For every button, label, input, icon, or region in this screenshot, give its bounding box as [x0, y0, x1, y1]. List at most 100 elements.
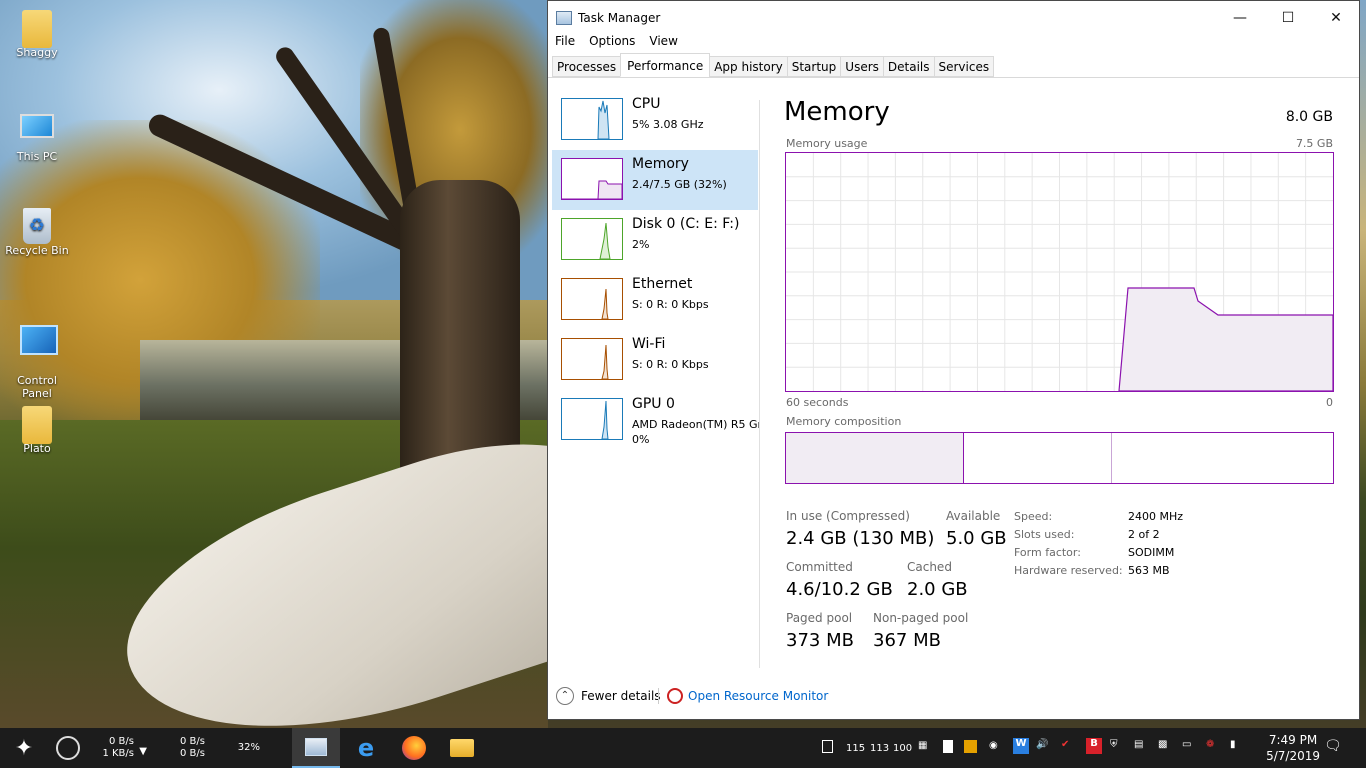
meter-gadget[interactable] — [44, 728, 92, 768]
control-panel-icon — [20, 325, 58, 355]
sidebar-item-label: Ethernet — [632, 276, 693, 292]
committed-label: Committed — [786, 560, 853, 574]
clock-time: 7:49 PM — [1268, 733, 1318, 747]
sidebar-item-detail: 2% — [632, 238, 650, 251]
menu-view[interactable]: View — [649, 34, 677, 52]
net2-up: 0 B/s — [180, 736, 205, 747]
open-resource-monitor-link[interactable]: Open Resource Monitor — [688, 689, 828, 703]
hardware-reserved-value: 563 MB — [1128, 564, 1170, 577]
tray-w-icon[interactable]: W — [1013, 738, 1029, 754]
tab-services[interactable]: Services — [933, 56, 995, 77]
gauge-icon — [56, 736, 80, 760]
tray-speedfan-icon[interactable]: ▦ — [918, 740, 927, 751]
shield-icon[interactable]: ⛨ — [1110, 739, 1118, 750]
sidebar-item-wifi[interactable]: Wi-Fi S: 0 R: 0 Kbps — [552, 330, 758, 390]
memory-usage-max: 7.5 GB — [1295, 137, 1333, 150]
slots-label: Slots used: — [1014, 528, 1075, 541]
clock-date: 5/7/2019 — [1266, 749, 1320, 763]
start-button[interactable]: ✦ — [0, 728, 48, 768]
desktop-icon-plato[interactable]: Plato — [4, 406, 70, 455]
task-manager-icon — [556, 10, 572, 25]
sidebar-item-disk[interactable]: Disk 0 (C: E: F:) 2% — [552, 210, 758, 270]
minimize-icon: — — [1233, 9, 1247, 26]
maximize-button[interactable]: ☐ — [1265, 1, 1311, 34]
taskbar-task-manager[interactable] — [292, 728, 340, 768]
tray-b-icon[interactable]: B — [1086, 738, 1102, 754]
cached-value: 2.0 GB — [907, 579, 968, 600]
tray-number-3: 100 — [893, 743, 913, 754]
committed-value: 4.6/10.2 GB — [786, 579, 893, 600]
memory-composition-bar — [785, 432, 1334, 484]
sidebar-item-ethernet[interactable]: Ethernet S: 0 R: 0 Kbps — [552, 270, 758, 330]
form-factor-value: SODIMM — [1128, 546, 1175, 559]
tray-drive-icon[interactable]: ▩ — [1158, 739, 1167, 750]
tab-processes[interactable]: Processes — [552, 56, 622, 77]
memory-total: 8.0 GB — [1285, 109, 1333, 125]
recycle-bin-icon: ♻ — [23, 208, 51, 244]
system-clock[interactable]: 7:49 PM 5/7/2019 — [1266, 732, 1320, 764]
sidebar-item-memory[interactable]: Memory 2.4/7.5 GB (32%) — [552, 150, 758, 210]
net2-down: 0 B/s — [180, 748, 205, 759]
desktop-icon-label: Recycle Bin — [5, 244, 69, 257]
title-bar[interactable]: Task Manager — ☐ ✕ — [548, 1, 1359, 34]
footer-divider — [658, 688, 659, 704]
paged-pool-value: 373 MB — [786, 630, 854, 651]
taskbar: ✦ 0 B/s 1 KB/s ▼ 0 B/s 0 B/s 32% e 115 1… — [0, 728, 1366, 768]
tray-box-icon[interactable] — [822, 740, 833, 756]
panel-divider — [759, 100, 760, 668]
desktop-wallpaper — [0, 0, 548, 728]
tray-antivirus-icon[interactable]: ✔ — [1061, 739, 1069, 750]
tab-users[interactable]: Users — [840, 56, 884, 77]
notification-icon[interactable]: 🗨 — [1324, 738, 1342, 754]
sidebar-item-label: Wi-Fi — [632, 336, 666, 352]
desktop-icon-this-pc[interactable]: This PC — [4, 108, 70, 163]
desktop-icon-recycle-bin[interactable]: ♻ Recycle Bin — [4, 208, 70, 257]
chevron-up-icon[interactable]: ⌃ — [556, 687, 574, 705]
task-manager-window: Task Manager — ☐ ✕ File Options View Pro… — [547, 0, 1360, 720]
desktop-icon-control-panel[interactable]: Control Panel — [4, 308, 70, 413]
battery-icon[interactable]: ▮ — [1230, 739, 1236, 750]
volume-icon[interactable]: 🔊 — [1036, 739, 1048, 750]
slots-value: 2 of 2 — [1128, 528, 1160, 541]
paged-pool-label: Paged pool — [786, 611, 853, 625]
start-icon: ✦ — [14, 735, 34, 761]
gpu-mini-graph — [561, 398, 623, 440]
non-paged-pool-value: 367 MB — [873, 630, 941, 651]
tray-globe-icon[interactable]: ◉ — [989, 740, 998, 751]
minimize-button[interactable]: — — [1217, 1, 1263, 34]
sidebar-item-gpu[interactable]: GPU 0 AMD Radeon(TM) R5 Gr 0% — [552, 390, 760, 450]
non-paged-pool-label: Non-paged pool — [873, 611, 969, 625]
tray-hwinfo-icon[interactable] — [964, 740, 977, 756]
taskbar-file-explorer[interactable] — [438, 728, 486, 768]
speed-label: Speed: — [1014, 510, 1053, 523]
network-icon[interactable]: ▤ — [1134, 739, 1143, 750]
menu-options[interactable]: Options — [589, 34, 635, 52]
menu-bar: File Options View — [548, 34, 1359, 52]
sidebar-item-detail-2: 0% — [632, 433, 650, 446]
desktop-icon-shaggy[interactable]: Shaggy — [4, 10, 70, 59]
ethernet-mini-graph — [561, 278, 623, 320]
composition-divider — [1111, 433, 1112, 483]
tray-document-icon[interactable] — [943, 740, 953, 756]
page-title: Memory — [784, 97, 890, 127]
folder-icon — [450, 739, 474, 757]
menu-file[interactable]: File — [555, 34, 575, 52]
tab-performance[interactable]: Performance — [620, 53, 711, 77]
tab-app-history[interactable]: App history — [709, 56, 788, 77]
desktop-icon-label: Control Panel — [17, 374, 57, 400]
maximize-icon: ☐ — [1281, 9, 1295, 26]
tray-display-icon[interactable]: ▭ — [1182, 739, 1191, 750]
sidebar-item-detail: 5% 3.08 GHz — [632, 118, 704, 131]
taskbar-firefox[interactable] — [390, 728, 438, 768]
time-axis-right: 0 — [1326, 396, 1333, 409]
sidebar-item-cpu[interactable]: CPU 5% 3.08 GHz — [552, 90, 758, 150]
close-button[interactable]: ✕ — [1313, 1, 1359, 34]
tab-startup[interactable]: Startup — [786, 56, 842, 77]
sidebar-item-detail: S: 0 R: 0 Kbps — [632, 358, 709, 371]
taskbar-edge[interactable]: e — [342, 728, 390, 768]
form-factor-label: Form factor: — [1014, 546, 1081, 559]
tray-bubbles-icon[interactable]: ❁ — [1206, 739, 1214, 750]
sidebar-item-label: Memory — [632, 156, 689, 172]
tab-details[interactable]: Details — [882, 56, 935, 77]
fewer-details-button[interactable]: Fewer details — [581, 689, 661, 703]
